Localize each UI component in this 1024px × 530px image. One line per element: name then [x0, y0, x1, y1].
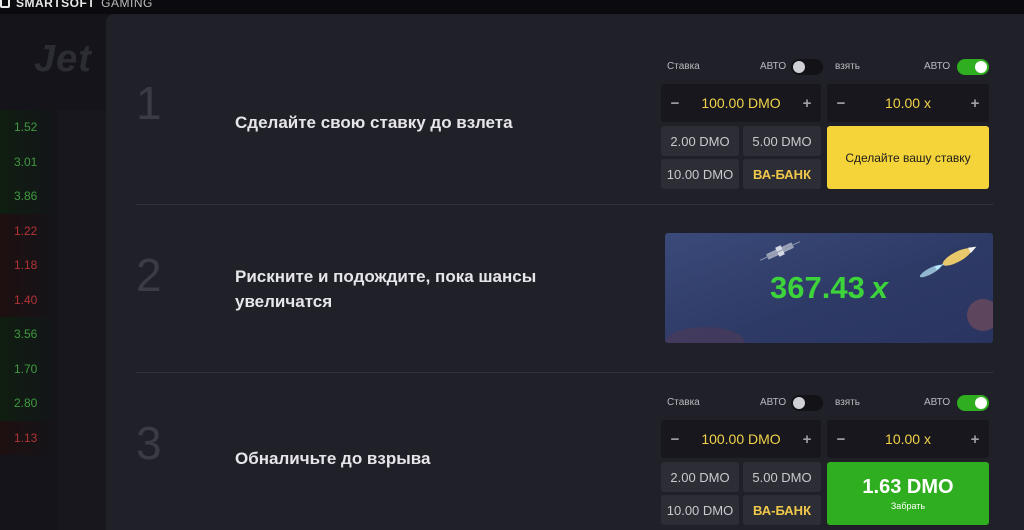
decrease-multiplier-button[interactable]: −: [827, 95, 855, 112]
bet-amount-stepper[interactable]: − 100.00 DMO +: [661, 84, 821, 122]
take-label: взять: [835, 61, 860, 72]
decrease-bet-button[interactable]: −: [661, 95, 689, 112]
bet-label: Ставка: [667, 61, 700, 72]
toggle-knob: [793, 61, 805, 73]
take-multiplier-stepper[interactable]: − 10.00 x +: [827, 84, 989, 122]
toggle-knob: [975, 61, 987, 73]
take-multiplier-value[interactable]: 10.00 x: [855, 95, 961, 111]
bet-widget-header: Ставка АВТО взять АВТО: [661, 58, 991, 76]
quick-bet-10[interactable]: 10.00 DMO: [661, 495, 739, 525]
satellite-icon: [759, 241, 801, 261]
cashout-amount: 1.63 DMO: [862, 476, 954, 498]
history-item: 1.70: [0, 351, 58, 386]
quick-bet-5[interactable]: 5.00 DMO: [743, 126, 821, 156]
step-text-1: Сделайте свою ставку до взлета: [235, 113, 513, 132]
bet-label: Ставка: [667, 397, 700, 408]
decrease-multiplier-button[interactable]: −: [827, 431, 855, 448]
all-in-button[interactable]: ВА-БАНК: [743, 495, 821, 525]
bet-widget-header: Ставка АВТО взять АВТО: [661, 394, 991, 412]
history-item: 1.18: [0, 248, 58, 283]
game-preview: 367.43 x: [665, 233, 993, 343]
quick-bet-2[interactable]: 2.00 DMO: [661, 462, 739, 492]
increase-bet-button[interactable]: +: [793, 95, 821, 112]
step-number-1: 1: [136, 77, 162, 129]
quick-bet-2[interactable]: 2.00 DMO: [661, 126, 739, 156]
step-number-3: 3: [136, 417, 162, 469]
bet-amount-value[interactable]: 100.00 DMO: [689, 95, 793, 111]
smartsoft-logo-icon: [0, 0, 10, 8]
multiplier-suffix: x: [870, 270, 889, 305]
brand: SMARTSOFT GAMING: [0, 0, 153, 10]
take-label: взять: [835, 397, 860, 408]
step-text-2-line-1: Рискните и подождите, пока шансы: [235, 267, 537, 286]
history-list: 1.52 3.01 3.86 1.22 1.18 1.40 3.56 1.70 …: [0, 110, 58, 455]
step-number-2: 2: [136, 249, 162, 301]
brand-name: SMARTSOFT: [16, 0, 96, 10]
take-auto-label: АВТО: [924, 61, 951, 72]
take-multiplier-value[interactable]: 10.00 x: [855, 431, 961, 447]
current-multiplier: 367.43 x: [770, 270, 888, 306]
take-auto-label: АВТО: [924, 397, 951, 408]
history-item: 2.80: [0, 386, 58, 421]
step-divider: [136, 372, 994, 373]
step-text-2-line-2: увеличатся: [235, 292, 333, 311]
history-item: 1.22: [0, 213, 58, 248]
cashout-label: Забрать: [890, 501, 926, 511]
step-text-2: Рискните и подождите, пока шансы увелича…: [235, 264, 536, 314]
bet-auto-toggle[interactable]: [791, 59, 823, 75]
history-item: 3.86: [0, 179, 58, 214]
toggle-knob: [975, 397, 987, 409]
take-auto-toggle[interactable]: [957, 59, 989, 75]
history-item: 3.56: [0, 317, 58, 352]
history-item: 1.52: [0, 110, 58, 145]
increase-multiplier-button[interactable]: +: [961, 431, 989, 448]
how-to-play-modal: 1 Сделайте свою ставку до взлета Ставка …: [106, 14, 1024, 530]
take-auto-toggle[interactable]: [957, 395, 989, 411]
rocket-icon: [919, 246, 977, 278]
planet-icon: [967, 299, 993, 331]
planet-icon: [665, 327, 745, 343]
top-bar: SMARTSOFT GAMING: [0, 0, 1024, 14]
toggle-knob: [793, 397, 805, 409]
multiplier-value: 367.43: [770, 270, 865, 305]
step-divider: [136, 204, 994, 205]
game-logo: Jet: [34, 38, 92, 80]
bet-amount-stepper[interactable]: − 100.00 DMO +: [661, 420, 821, 458]
place-bet-button[interactable]: Сделайте вашу ставку: [827, 126, 989, 189]
brand-name-light: GAMING: [101, 0, 153, 10]
history-item: 3.01: [0, 144, 58, 179]
quick-bet-5[interactable]: 5.00 DMO: [743, 462, 821, 492]
bet-auto-label: АВТО: [760, 397, 787, 408]
bet-auto-toggle[interactable]: [791, 395, 823, 411]
take-multiplier-stepper[interactable]: − 10.00 x +: [827, 420, 989, 458]
step-text-3: Обналичьте до взрыва: [235, 449, 431, 468]
increase-bet-button[interactable]: +: [793, 431, 821, 448]
decrease-bet-button[interactable]: −: [661, 431, 689, 448]
quick-bet-10[interactable]: 10.00 DMO: [661, 159, 739, 189]
cashout-button[interactable]: 1.63 DMO Забрать: [827, 462, 989, 525]
background-panel: [58, 110, 106, 530]
history-item: 1.13: [0, 420, 58, 455]
bet-auto-label: АВТО: [760, 61, 787, 72]
bet-amount-value[interactable]: 100.00 DMO: [689, 431, 793, 447]
history-item: 1.40: [0, 282, 58, 317]
increase-multiplier-button[interactable]: +: [961, 95, 989, 112]
all-in-button[interactable]: ВА-БАНК: [743, 159, 821, 189]
